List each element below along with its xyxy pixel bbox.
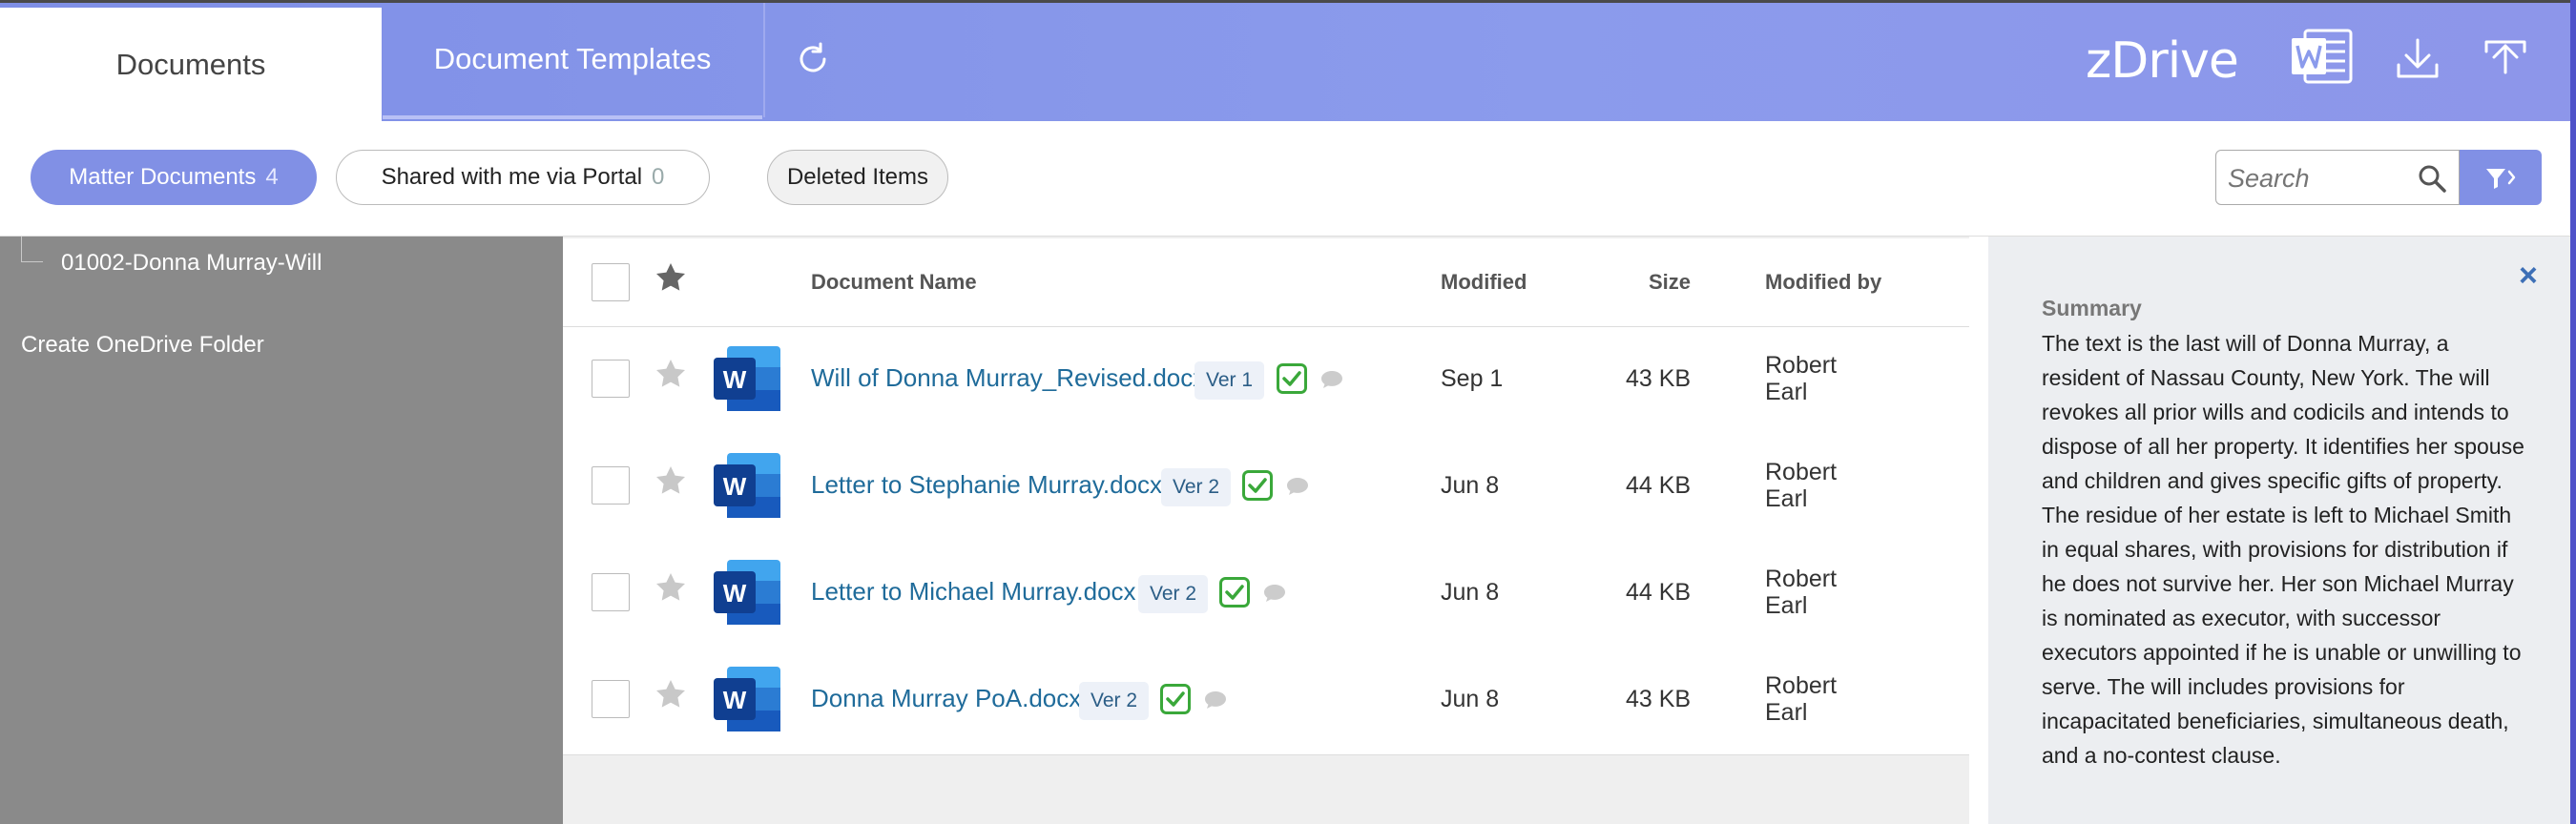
comment-icon[interactable] [1263, 584, 1286, 603]
document-name-link[interactable]: Letter to Stephanie Murray.docx [811, 470, 1162, 500]
modified-by-last: Earl [1765, 485, 1808, 512]
version-badge[interactable]: Ver 1 [1195, 361, 1265, 400]
refresh-icon[interactable] [794, 40, 832, 78]
word-document-icon: W [714, 667, 780, 731]
modified-date: Jun 8 [1441, 686, 1500, 712]
tab-divider [763, 3, 765, 117]
checked-in-icon [1242, 470, 1273, 501]
checked-in-icon [1219, 577, 1250, 608]
shared-via-portal-count: 0 [652, 164, 665, 190]
modified-by-first: Robert [1765, 566, 1838, 592]
folder-sidebar [0, 237, 563, 824]
checked-in-icon [1277, 363, 1307, 394]
row-checkbox[interactable] [592, 466, 630, 505]
row-checkbox[interactable] [592, 360, 630, 398]
star-icon[interactable] [654, 358, 687, 390]
right-edge-bar [2570, 0, 2576, 824]
modified-by-first: Robert [1765, 459, 1838, 485]
search-box [2215, 150, 2460, 205]
column-header-modified[interactable]: Modified [1441, 270, 1527, 295]
modified-by: Robert Earl [1765, 352, 1837, 405]
file-size: 43 KB [1626, 686, 1692, 712]
star-header-icon[interactable] [654, 261, 687, 294]
deleted-items-label: Deleted Items [786, 164, 929, 190]
tree-connector [21, 237, 43, 262]
filter-button[interactable] [2460, 150, 2542, 205]
document-name-link[interactable]: Letter to Michael Murray.docx [811, 577, 1136, 607]
upload-icon[interactable] [2481, 34, 2530, 84]
sidebar-folder-item[interactable]: 01002-Donna Murray-Will [61, 250, 322, 277]
modified-by-last: Earl [1765, 699, 1808, 726]
modified-date: Jun 8 [1441, 472, 1500, 499]
close-icon[interactable]: × [2519, 258, 2538, 295]
column-header-size[interactable]: Size [1649, 270, 1691, 295]
word-icon[interactable] [2292, 29, 2355, 84]
row-checkbox[interactable] [592, 680, 630, 718]
svg-text:W: W [723, 365, 747, 394]
modified-by-last: Earl [1765, 592, 1808, 619]
star-icon[interactable] [654, 464, 687, 497]
modified-by-first: Robert [1765, 672, 1838, 699]
column-header-document-name[interactable]: Document Name [811, 270, 977, 295]
summary-title: Summary [2042, 296, 2142, 320]
word-document-icon: W [714, 346, 780, 411]
table-row[interactable]: W Letter to Michael Murray.docx Ver 2 Ju… [563, 541, 1969, 649]
filter-icon [2486, 169, 2516, 189]
shared-via-portal-button[interactable]: Shared with me via Portal 0 [336, 150, 710, 205]
document-name-link[interactable]: Will of Donna Murray_Revised.docx [811, 363, 1205, 393]
modified-date: Jun 8 [1441, 579, 1500, 606]
modified-by-first: Robert [1765, 352, 1838, 379]
deleted-items-button[interactable]: Deleted Items [767, 150, 948, 205]
tab-document-templates[interactable]: Document Templates [383, 3, 762, 119]
table-header-row: Document Name Modified Size Modified by [563, 238, 1969, 327]
modified-by: Robert Earl [1765, 672, 1837, 726]
modified-by-last: Earl [1765, 379, 1808, 405]
shared-via-portal-label: Shared with me via Portal [381, 164, 643, 190]
word-document-icon: W [714, 560, 780, 625]
matter-documents-count: 4 [265, 164, 279, 190]
modified-date: Sep 1 [1441, 365, 1504, 392]
search-icon[interactable] [2417, 163, 2447, 194]
tab-documents[interactable]: Documents [0, 8, 382, 121]
word-document-icon: W [714, 453, 780, 518]
column-header-modified-by[interactable]: Modified by [1765, 270, 1881, 295]
create-onedrive-folder-link[interactable]: Create OneDrive Folder [21, 332, 264, 359]
document-name-link[interactable]: Donna Murray PoA.docx [811, 684, 1081, 713]
row-checkbox[interactable] [592, 573, 630, 611]
table-row[interactable]: W Donna Murray PoA.docx Ver 2 Jun 8 43 K… [563, 648, 1969, 755]
file-size: 44 KB [1626, 579, 1692, 606]
modified-by: Robert Earl [1765, 459, 1837, 512]
modified-by: Robert Earl [1765, 566, 1837, 619]
table-row[interactable]: W Will of Donna Murray_Revised.docx Ver … [563, 327, 1969, 435]
star-icon[interactable] [654, 571, 687, 604]
version-badge[interactable]: Ver 2 [1079, 682, 1150, 720]
zdrive-logo: zDrive [2086, 32, 2239, 90]
svg-text:W: W [723, 686, 747, 714]
matter-documents-label: Matter Documents [69, 164, 257, 190]
summary-text: The text is the last will of Donna Murra… [2042, 331, 2524, 768]
select-all-checkbox[interactable] [592, 263, 630, 301]
version-badge[interactable]: Ver 2 [1161, 468, 1232, 506]
search-input[interactable] [2226, 158, 2401, 198]
file-size: 44 KB [1626, 472, 1692, 499]
download-icon[interactable] [2393, 34, 2442, 84]
comment-icon[interactable] [1204, 690, 1227, 710]
table-row[interactable]: W Letter to Stephanie Murray.docx Ver 2 … [563, 434, 1969, 542]
svg-text:W: W [723, 579, 747, 608]
svg-text:W: W [723, 472, 747, 501]
comment-icon[interactable] [1320, 370, 1343, 389]
star-icon[interactable] [654, 678, 687, 711]
checked-in-icon [1160, 684, 1191, 714]
file-size: 43 KB [1626, 365, 1692, 392]
version-badge[interactable]: Ver 2 [1138, 575, 1209, 613]
comment-icon[interactable] [1286, 477, 1309, 496]
matter-documents-button[interactable]: Matter Documents 4 [31, 150, 317, 205]
